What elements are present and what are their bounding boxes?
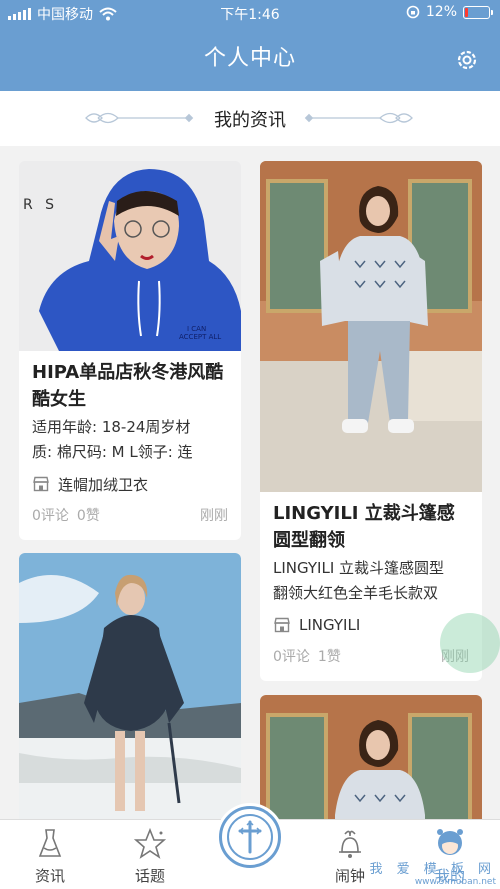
card-title: LINGYILI 立裁斗篷感圆型翻领 (273, 503, 455, 551)
section-banner: 我的资讯 (0, 91, 500, 146)
dress-icon (38, 829, 62, 857)
shop-icon (274, 617, 290, 633)
bell-icon (339, 830, 361, 858)
tab-news[interactable]: 资讯 (15, 820, 85, 889)
settings-icon[interactable] (454, 47, 480, 73)
tab-label: 资讯 (34, 867, 65, 885)
card-shop[interactable]: 连帽加绒卫衣 (32, 471, 228, 497)
status-bar: 中国移动 下午1:46 12% (0, 0, 500, 26)
card-photo (19, 553, 241, 833)
sweater-photo-image (260, 161, 482, 492)
photo-letters: R S (23, 197, 59, 213)
girl-avatar-icon (437, 829, 463, 855)
floating-action-button[interactable] (440, 613, 500, 673)
card-description: 适用年龄: 18-24周岁材 (32, 418, 191, 436)
watermark-url: www.5imoban.net (414, 877, 496, 887)
rotation-lock-icon (406, 5, 420, 19)
card-photo: I CAN ACCEPT ALL R S (19, 161, 241, 351)
battery-icon (463, 5, 493, 19)
like-count[interactable]: 1赞 (318, 649, 341, 665)
card-description: 质: 棉尺码: M L领子: 连 (32, 443, 193, 461)
tab-label: 话题 (134, 867, 165, 885)
card-meta: 0评论 1赞 刚刚 (273, 646, 469, 668)
ornament-right-icon (304, 112, 413, 124)
post-time: 刚刚 (200, 508, 228, 524)
card-description: LINGYILI 立裁斗篷感圆型 (273, 559, 445, 577)
like-count[interactable]: 0赞 (77, 508, 100, 524)
page-title: 个人中心 (203, 46, 296, 71)
news-card[interactable] (260, 695, 482, 835)
sweater-photo-image (260, 695, 482, 835)
shop-name: LINGYILI (299, 616, 361, 634)
section-title: 我的资讯 (214, 110, 286, 131)
battery-fill (465, 7, 468, 17)
coat-photo-image (19, 553, 241, 833)
comment-count[interactable]: 0评论 (273, 649, 310, 665)
news-card[interactable]: I CAN ACCEPT ALL R S HIPA单品店秋冬港风酷酷女生 适用年… (19, 161, 241, 540)
app-header: 中国移动 下午1:46 12% 个人中心 (0, 0, 500, 91)
svg-text:ACCEPT ALL: ACCEPT ALL (179, 333, 221, 341)
card-title: HIPA单品店秋冬港风酷酷女生 (32, 362, 224, 410)
center-action-button[interactable] (219, 806, 281, 868)
news-card[interactable] (19, 553, 241, 833)
star-icon (133, 827, 167, 859)
hoodie-photo-image: I CAN ACCEPT ALL (19, 161, 241, 351)
watermark: 我 爱 模 板 网 www.5imoban.net (369, 858, 496, 887)
cross-icon (238, 820, 262, 854)
watermark-title: 我 爱 模 板 网 (369, 862, 496, 877)
card-photo (260, 695, 482, 835)
tab-topics[interactable]: 话题 (115, 820, 185, 889)
comment-count[interactable]: 0评论 (32, 508, 69, 524)
battery-percent: 12% (425, 4, 457, 20)
center-button-ring (227, 814, 273, 860)
news-card[interactable]: LINGYILI 立裁斗篷感圆型翻领 LINGYILI 立裁斗篷感圆型 翻领大红… (260, 161, 482, 681)
card-description: 翻领大红色全羊毛长款双 (273, 584, 439, 602)
svg-text:I CAN: I CAN (187, 325, 206, 333)
card-photo (260, 161, 482, 492)
shop-name: 连帽加绒卫衣 (58, 475, 149, 494)
card-shop[interactable]: LINGYILI (273, 612, 469, 638)
shop-icon (33, 476, 49, 492)
card-meta: 0评论 0赞 刚刚 (32, 505, 228, 527)
